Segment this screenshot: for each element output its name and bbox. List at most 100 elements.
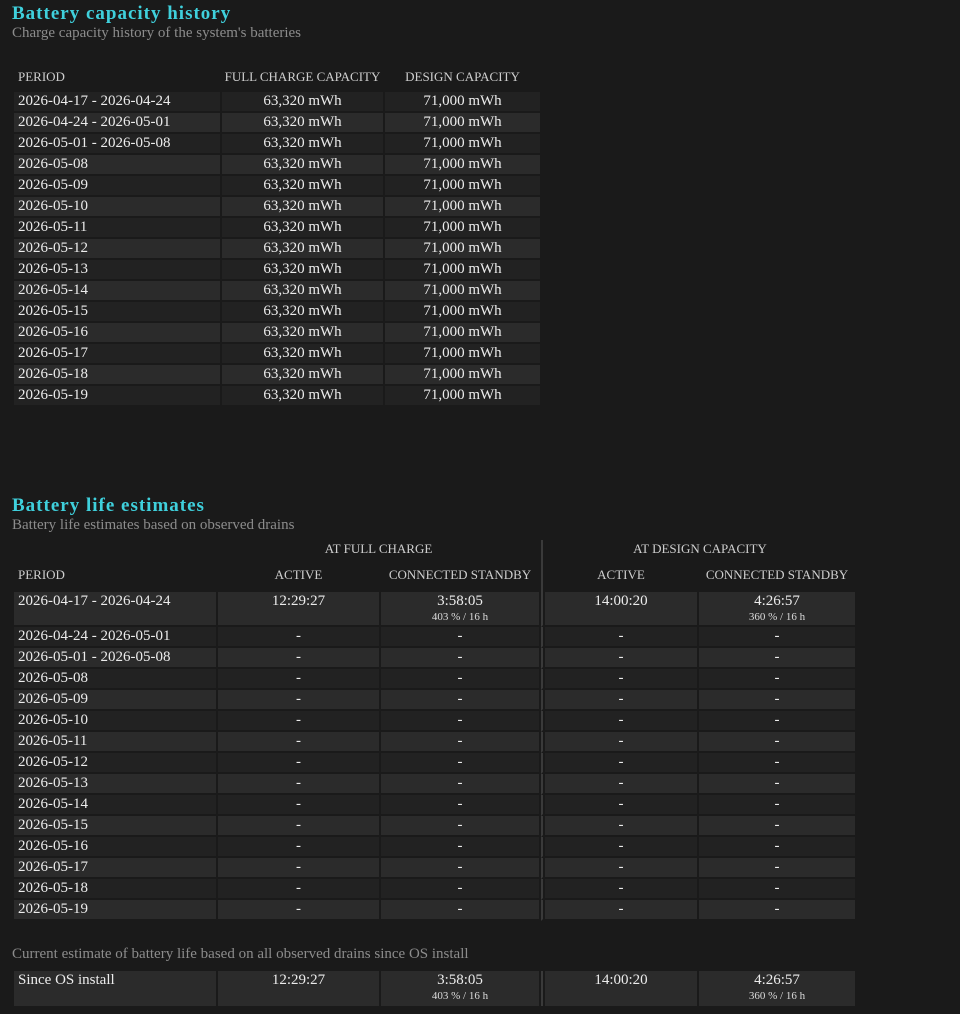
column-divider (541, 774, 543, 795)
table-row: 2026-05-19- - - - (14, 900, 855, 921)
table-row: 2026-05-15- - - - (14, 816, 855, 837)
column-header-design-active: ACTIVE (597, 566, 645, 582)
cell-period: 2026-05-14 (14, 795, 216, 816)
column-divider (541, 648, 543, 669)
cell-period: 2026-05-01 - 2026-05-08 (14, 648, 216, 669)
cell-design-standby: - (699, 837, 855, 858)
life-estimates-table: AT FULL CHARGE AT DESIGN CAPACITY PERIOD… (12, 540, 857, 921)
cell-full-charge-capacity: 63,320 mWh (222, 302, 383, 323)
cell-design-standby: - (699, 816, 855, 837)
cell-design-active: - (545, 690, 697, 711)
cell-full-active: 12:29:27 (218, 971, 379, 1006)
cell-full-standby: - (381, 816, 539, 837)
column-divider (541, 795, 543, 816)
table-row: 2026-05-09 63,320 mWh 71,000 mWh (14, 176, 540, 197)
cell-design-active: - (545, 774, 697, 795)
table-row: 2026-05-16- - - - (14, 837, 855, 858)
cell-period: 2026-05-19 (14, 386, 220, 407)
cell-design-active: - (545, 816, 697, 837)
cell-design-active: - (545, 711, 697, 732)
cell-period: 2026-05-10 (14, 711, 216, 732)
cell-design-standby: - (699, 795, 855, 816)
column-divider (541, 669, 543, 690)
table-row: 2026-05-17 63,320 mWh 71,000 mWh (14, 344, 540, 365)
cell-design-active: 14:00:20 (545, 592, 697, 627)
column-header-period: PERIOD (18, 566, 65, 582)
capacity-history-title: Battery capacity history (12, 3, 232, 24)
table-row: 2026-05-01 - 2026-05-08- - - - (14, 648, 855, 669)
cell-full-charge-capacity: 63,320 mWh (222, 218, 383, 239)
cell-full-active: 12:29:27 (218, 592, 379, 627)
cell-full-charge-capacity: 63,320 mWh (222, 197, 383, 218)
cell-full-standby: - (381, 648, 539, 669)
cell-full-active: - (218, 732, 379, 753)
table-row: 2026-05-11 63,320 mWh 71,000 mWh (14, 218, 540, 239)
table-row: 2026-05-12- - - - (14, 753, 855, 774)
cell-full-charge-capacity: 63,320 mWh (222, 260, 383, 281)
column-divider (541, 753, 543, 774)
cell-full-active: - (218, 753, 379, 774)
cell-period: 2026-05-12 (14, 753, 216, 774)
cell-design-capacity: 71,000 mWh (385, 386, 540, 407)
cell-period: 2026-05-09 (14, 690, 216, 711)
column-divider (541, 858, 543, 879)
since-install-table: Since OS install 12:29:27 3:58:05 403 % … (12, 971, 857, 1006)
cell-period: 2026-04-24 - 2026-05-01 (14, 627, 216, 648)
cell-design-capacity: 71,000 mWh (385, 218, 540, 239)
table-row: 2026-05-15 63,320 mWh 71,000 mWh (14, 302, 540, 323)
cell-design-standby: 4:26:57 360 % / 16 h (699, 592, 855, 627)
cell-period: 2026-05-19 (14, 900, 216, 921)
cell-design-active: - (545, 648, 697, 669)
cell-design-capacity: 71,000 mWh (385, 239, 540, 260)
cell-design-standby: - (699, 690, 855, 711)
table-row: 2026-04-24 - 2026-05-01 63,320 mWh 71,000 … (14, 113, 540, 134)
cell-period: 2026-05-01 - 2026-05-08 (14, 134, 220, 155)
cell-period: 2026-05-13 (14, 260, 220, 281)
cell-design-standby: - (699, 774, 855, 795)
cell-design-standby: - (699, 648, 855, 669)
cell-full-standby: - (381, 669, 539, 690)
column-header-full-standby: CONNECTED STANDBY (388, 566, 532, 582)
cell-full-active: - (218, 648, 379, 669)
column-divider (541, 556, 543, 592)
column-divider (541, 971, 543, 1006)
table-row: 2026-04-17 - 2026-04-24 63,320 mWh 71,000 … (14, 92, 540, 113)
cell-full-charge-capacity: 63,320 mWh (222, 365, 383, 386)
cell-period: 2026-04-17 - 2026-04-24 (14, 592, 216, 627)
cell-full-active: - (218, 627, 379, 648)
cell-design-active: - (545, 753, 697, 774)
cell-design-capacity: 71,000 mWh (385, 92, 540, 113)
standby-percent: 403 % / 16 h (431, 611, 489, 623)
cell-full-active: - (218, 858, 379, 879)
cell-period: 2026-05-16 (14, 323, 220, 344)
cell-full-charge-capacity: 63,320 mWh (222, 113, 383, 134)
cell-period: 2026-05-16 (14, 837, 216, 858)
cell-full-active: - (218, 774, 379, 795)
cell-full-standby: - (381, 753, 539, 774)
column-header-spacer (14, 540, 216, 556)
cell-full-charge-capacity: 63,320 mWh (222, 155, 383, 176)
cell-period: 2026-05-11 (14, 218, 220, 239)
cell-full-active: - (218, 879, 379, 900)
table-row: 2026-05-14 63,320 mWh 71,000 mWh (14, 281, 540, 302)
cell-period: 2026-05-08 (14, 669, 216, 690)
life-estimates-title: Battery life estimates (12, 495, 205, 516)
cell-design-standby: - (699, 627, 855, 648)
cell-design-active: - (545, 900, 697, 921)
column-group-design-capacity: AT DESIGN CAPACITY (633, 540, 767, 556)
cell-full-charge-capacity: 63,320 mWh (222, 323, 383, 344)
column-divider (541, 816, 543, 837)
column-divider (541, 592, 543, 627)
table-row: 2026-05-10- - - - (14, 711, 855, 732)
column-divider (541, 690, 543, 711)
capacity-history-table: PERIOD FULL CHARGE CAPACITY DESIGN CAPAC… (12, 60, 542, 407)
standby-percent: 360 % / 16 h (748, 611, 806, 623)
cell-full-charge-capacity: 63,320 mWh (222, 92, 383, 113)
table-row: 2026-05-09- - - - (14, 690, 855, 711)
cell-design-standby: - (699, 669, 855, 690)
cell-full-standby: 3:58:05 403 % / 16 h (381, 971, 539, 1006)
cell-full-standby: - (381, 837, 539, 858)
standby-value: 4:26:57 (754, 593, 800, 609)
cell-period: 2026-05-14 (14, 281, 220, 302)
cell-full-active: - (218, 690, 379, 711)
